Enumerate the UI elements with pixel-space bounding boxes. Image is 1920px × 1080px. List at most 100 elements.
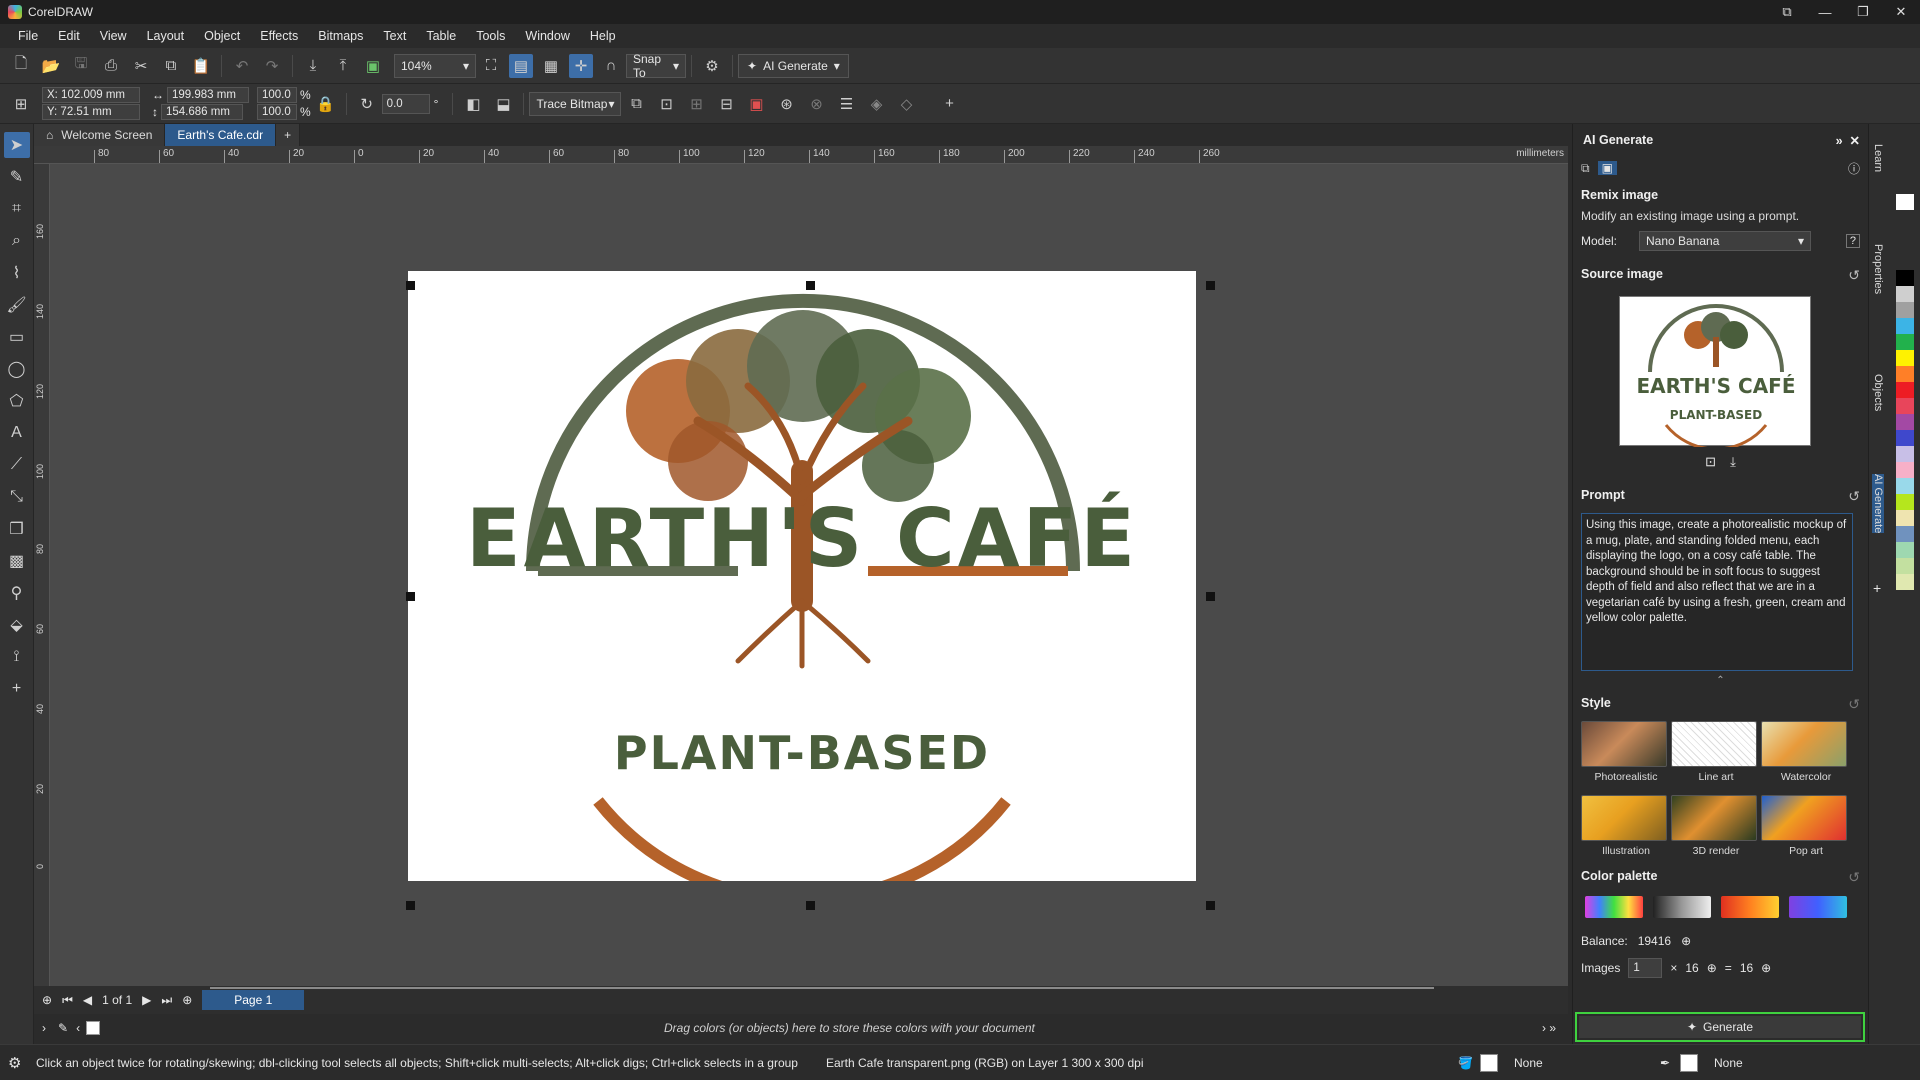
show-guidelines-icon[interactable]: ✛ bbox=[569, 53, 593, 78]
menu-window[interactable]: Window bbox=[515, 29, 579, 43]
mirror-horizontal-icon[interactable]: ◧ bbox=[461, 92, 485, 116]
side-tab-learn[interactable]: Learn bbox=[1872, 144, 1884, 172]
swatch-green[interactable] bbox=[1896, 334, 1914, 350]
menu-edit[interactable]: Edit bbox=[48, 29, 90, 43]
style-watercolor[interactable]: Watercolor bbox=[1761, 721, 1851, 783]
swatch-pale-green[interactable] bbox=[1896, 558, 1914, 574]
prompt-textarea[interactable]: Using this image, create a photorealisti… bbox=[1581, 513, 1853, 671]
selection-handle-mr[interactable] bbox=[1206, 592, 1215, 601]
add-docker-icon[interactable]: + bbox=[1873, 580, 1881, 596]
lock-ratio-icon[interactable]: 🔒 bbox=[314, 92, 338, 116]
import-icon[interactable]: ⤓ bbox=[301, 54, 325, 78]
source-image-thumbnail[interactable]: EARTH'S CAFÉ PLANT-BASED bbox=[1619, 296, 1811, 451]
group-icon[interactable]: ⊛ bbox=[774, 92, 798, 116]
bitmap-mask-icon[interactable]: ▣ bbox=[744, 92, 768, 116]
cut-icon[interactable]: ✂ bbox=[129, 54, 153, 78]
menu-help[interactable]: Help bbox=[580, 29, 626, 43]
outline-none-swatch[interactable] bbox=[1680, 1053, 1698, 1072]
swatch-lime[interactable] bbox=[1896, 494, 1914, 510]
collapse-chevron-icon[interactable]: ⌃ bbox=[1581, 675, 1860, 686]
ungroup-icon[interactable]: ⊗ bbox=[804, 92, 828, 116]
scale-height-field[interactable]: 100.0 bbox=[257, 104, 297, 120]
export-icon[interactable]: ⤒ bbox=[331, 54, 355, 78]
snap-to-select[interactable]: Snap To ▾ bbox=[626, 52, 686, 80]
interactive-fill-tool-icon[interactable]: ⬙ bbox=[4, 612, 30, 638]
parallel-dimension-tool-icon[interactable]: ⟋ bbox=[4, 452, 30, 478]
vertical-ruler[interactable]: 160 140 120 100 80 60 40 20 0 bbox=[34, 164, 50, 986]
menu-bitmaps[interactable]: Bitmaps bbox=[308, 29, 373, 43]
settings-gear-icon[interactable]: ⚙ bbox=[8, 1054, 21, 1072]
swatch-white[interactable] bbox=[1896, 194, 1914, 210]
palette-grayscale[interactable] bbox=[1653, 896, 1711, 918]
generate-button[interactable]: ✦ Generate bbox=[1579, 1016, 1861, 1038]
full-screen-icon[interactable]: ⛶ bbox=[479, 54, 503, 78]
next-page-icon[interactable]: ▶ bbox=[142, 993, 151, 1007]
palette-warm[interactable] bbox=[1721, 896, 1779, 918]
swatch-light-pink[interactable] bbox=[1896, 462, 1914, 478]
swatch-steel-blue[interactable] bbox=[1896, 526, 1914, 542]
info-icon[interactable]: ⓘ bbox=[1848, 160, 1860, 177]
ellipse-tool-icon[interactable]: ◯ bbox=[4, 356, 30, 382]
style-illustration[interactable]: Illustration bbox=[1581, 795, 1671, 857]
connector-tool-icon[interactable]: ⤡ bbox=[4, 484, 30, 510]
last-page-icon[interactable]: ⏭ bbox=[161, 993, 172, 1008]
images-count-field[interactable]: 1 bbox=[1628, 958, 1663, 978]
zoom-level-select[interactable]: 104% ▾ bbox=[394, 53, 476, 78]
prev-page-icon[interactable]: ◀ bbox=[83, 993, 92, 1007]
new-tab-button[interactable]: + bbox=[276, 124, 301, 146]
reset-prompt-icon[interactable]: ↺ bbox=[1848, 488, 1860, 505]
mirror-vertical-icon[interactable]: ⬓ bbox=[491, 92, 515, 116]
remix-image-icon[interactable]: ▣ bbox=[1597, 161, 1617, 175]
reset-style-icon[interactable]: ↺ bbox=[1848, 696, 1860, 713]
reset-source-icon[interactable]: ↺ bbox=[1848, 267, 1860, 284]
show-rulers-icon[interactable]: ▤ bbox=[509, 53, 533, 78]
swatch-pink[interactable] bbox=[1896, 398, 1914, 414]
swatch-red[interactable] bbox=[1896, 382, 1914, 398]
add-page-end-icon[interactable]: ⊕ bbox=[182, 993, 192, 1007]
menu-effects[interactable]: Effects bbox=[250, 29, 308, 43]
reset-palette-icon[interactable]: ↺ bbox=[1848, 869, 1860, 886]
swatch-cyan[interactable] bbox=[1896, 318, 1914, 334]
scale-width-field[interactable]: 100.0 bbox=[257, 87, 297, 103]
menu-object[interactable]: Object bbox=[194, 29, 250, 43]
freehand-tool-icon[interactable]: ⌇ bbox=[4, 260, 30, 286]
rotate-icon[interactable]: ↻ bbox=[355, 92, 379, 116]
fill-none-swatch[interactable] bbox=[1480, 1053, 1498, 1072]
swatch-gray[interactable] bbox=[1896, 302, 1914, 318]
swatch-cream[interactable] bbox=[1896, 510, 1914, 526]
menu-table[interactable]: Table bbox=[416, 29, 466, 43]
style-line-art[interactable]: Line art bbox=[1671, 721, 1761, 783]
palette-rainbow[interactable] bbox=[1585, 896, 1643, 918]
crop-bitmap-icon[interactable]: ⊡ bbox=[654, 92, 678, 116]
document-page[interactable]: EARTH'S CAFÉ PLANT-BASED bbox=[408, 271, 1196, 906]
upload-image-icon[interactable]: ⤓ bbox=[1730, 454, 1736, 470]
selection-handle-br[interactable] bbox=[1206, 901, 1215, 910]
artistic-media-tool-icon[interactable]: 🖌 bbox=[4, 292, 30, 318]
paste-icon[interactable]: 📋 bbox=[189, 54, 213, 78]
resample-icon[interactable]: ⊞ bbox=[684, 92, 708, 116]
polygon-tool-icon[interactable]: ⬠ bbox=[4, 388, 30, 414]
menu-layout[interactable]: Layout bbox=[137, 29, 195, 43]
add-icon[interactable]: + bbox=[937, 92, 961, 116]
snap-magnet-icon[interactable]: ∩ bbox=[599, 54, 623, 78]
swatch-black[interactable] bbox=[1896, 270, 1914, 286]
selection-handle-tc[interactable] bbox=[806, 281, 815, 290]
selection-handle-tr[interactable] bbox=[1206, 281, 1215, 290]
screen-icon[interactable]: ⧉ bbox=[1768, 0, 1806, 24]
side-tab-ai-generate[interactable]: AI Generate bbox=[1872, 474, 1884, 534]
menu-view[interactable]: View bbox=[90, 29, 137, 43]
print-icon[interactable]: ⎙ bbox=[99, 54, 123, 78]
undo-icon[interactable]: ↶ bbox=[230, 54, 254, 78]
crop-tool-icon[interactable]: ⌗ bbox=[4, 196, 30, 222]
select-image-icon[interactable]: ⊡ bbox=[1705, 454, 1716, 470]
back-arrow-icon[interactable]: ‹ bbox=[76, 1021, 80, 1035]
add-page-icon[interactable]: ⊕ bbox=[42, 993, 52, 1007]
zoom-tool-icon[interactable]: ⌕ bbox=[4, 228, 30, 254]
swatch-purple[interactable] bbox=[1896, 414, 1914, 430]
selection-handle-ml[interactable] bbox=[406, 592, 415, 601]
first-page-icon[interactable]: ⏮ bbox=[62, 993, 73, 1008]
model-select[interactable]: Nano Banana ▾ bbox=[1639, 231, 1811, 251]
style-3d-render[interactable]: 3D render bbox=[1671, 795, 1761, 857]
options-gear-icon[interactable]: ⚙ bbox=[700, 54, 724, 78]
add-tool-icon[interactable]: + bbox=[4, 676, 30, 702]
